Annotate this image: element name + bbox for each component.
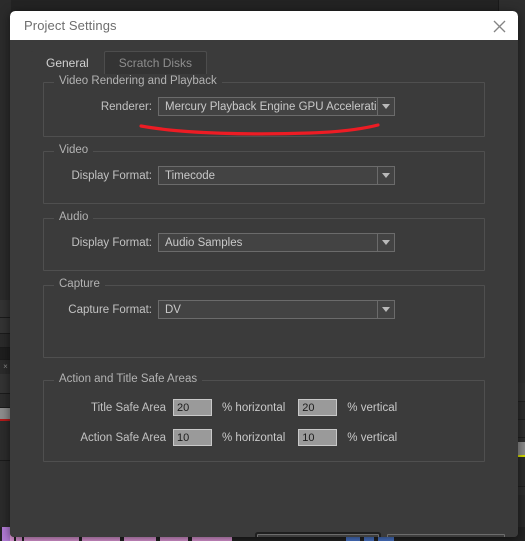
group-label-video: Video	[54, 144, 94, 156]
chevron-down-icon[interactable]	[377, 98, 394, 115]
group-audio: Audio Display Format: Audio Samples	[43, 211, 485, 271]
action-safe-vertical-input[interactable]	[298, 429, 338, 446]
renderer-combo-value: Mercury Playback Engine GPU Accelerati..…	[165, 100, 377, 113]
dialog-titlebar: Project Settings	[10, 11, 518, 40]
dialog-body: General Scratch Disks Video Rendering an…	[10, 40, 518, 537]
renderer-combo[interactable]: Mercury Playback Engine GPU Accelerati..…	[158, 97, 395, 116]
capture-format-combo[interactable]: DV	[158, 300, 395, 319]
group-label-audio: Audio	[54, 211, 94, 223]
action-safe-area-label: Action Safe Area	[80, 431, 166, 444]
renderer-label: Renderer:	[100, 100, 152, 113]
group-capture: Capture Capture Format: DV	[43, 278, 485, 358]
group-label-safe-areas: Action and Title Safe Areas	[54, 373, 203, 385]
title-safe-vertical-unit: % vertical	[347, 401, 398, 414]
tab-scratch-disks-label: Scratch Disks	[118, 56, 193, 70]
action-safe-vertical-unit: % vertical	[347, 431, 398, 444]
group-action-and-title-safe-areas: Action and Title Safe Areas Title Safe A…	[43, 373, 485, 462]
chevron-down-icon[interactable]	[377, 234, 394, 251]
capture-format-value: DV	[165, 303, 181, 316]
group-label-capture: Capture	[54, 278, 105, 290]
cancel-button[interactable]: Cancel	[387, 534, 505, 537]
title-safe-vertical-input[interactable]	[298, 399, 338, 416]
chevron-down-icon[interactable]	[377, 301, 394, 318]
video-display-format-value: Timecode	[165, 169, 216, 182]
action-safe-area-row: Action Safe Area % horizontal % vertical	[44, 429, 484, 446]
group-video-rendering-and-playback: Video Rendering and Playback Renderer: M…	[43, 75, 485, 137]
title-safe-horizontal-input[interactable]	[173, 399, 212, 416]
project-settings-dialog: Project Settings General Scratch Disks V…	[10, 11, 518, 537]
audio-display-format-label: Display Format:	[71, 236, 152, 249]
tab-general-label: General	[46, 56, 89, 70]
capture-format-label: Capture Format:	[68, 303, 152, 316]
dialog-title: Project Settings	[24, 18, 117, 33]
title-safe-area-label: Title Safe Area	[90, 401, 166, 414]
chevron-down-icon[interactable]	[377, 167, 394, 184]
tab-bar: General Scratch Disks	[31, 51, 497, 74]
video-display-format-label: Display Format:	[71, 169, 152, 182]
tab-general[interactable]: General	[31, 51, 104, 74]
audio-display-format-combo[interactable]: Audio Samples	[158, 233, 395, 252]
title-safe-area-row: Title Safe Area % horizontal % vertical	[44, 399, 484, 416]
video-display-format-combo[interactable]: Timecode	[158, 166, 395, 185]
tab-scratch-disks[interactable]: Scratch Disks	[103, 51, 208, 74]
action-safe-horizontal-input[interactable]	[173, 429, 212, 446]
close-icon[interactable]	[488, 15, 510, 37]
group-video: Video Display Format: Timecode	[43, 144, 485, 204]
audio-display-format-value: Audio Samples	[165, 236, 243, 249]
action-safe-horizontal-unit: % horizontal	[222, 431, 286, 444]
group-label-video-rendering: Video Rendering and Playback	[54, 75, 222, 87]
title-safe-horizontal-unit: % horizontal	[222, 401, 286, 414]
ok-button[interactable]: OK	[257, 534, 379, 537]
